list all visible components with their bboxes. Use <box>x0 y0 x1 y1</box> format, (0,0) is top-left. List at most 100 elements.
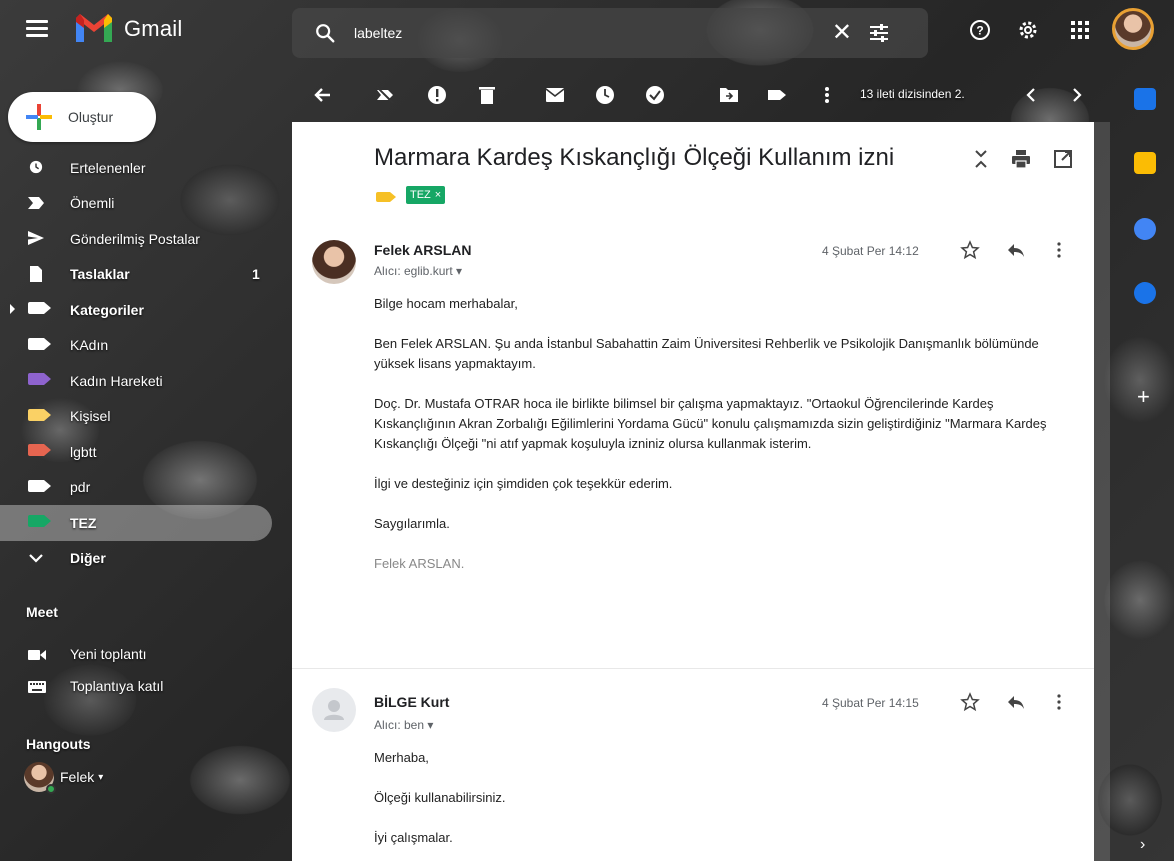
star-icon[interactable] <box>960 240 980 260</box>
search-icon[interactable] <box>314 22 336 44</box>
plus-icon <box>26 104 52 130</box>
sidebar-item-pdr[interactable]: pdr <box>0 470 290 506</box>
chevron-right-icon[interactable] <box>1066 84 1088 106</box>
sender-avatar[interactable] <box>312 688 356 732</box>
chip-label: TEZ <box>410 189 431 201</box>
thread-subject: Marmara Kardeş Kıskançlığı Ölçeği Kullan… <box>374 144 895 171</box>
calendar-icon[interactable] <box>1134 88 1156 110</box>
move-to-icon[interactable] <box>718 84 740 106</box>
apps-grid-icon[interactable] <box>1068 18 1092 42</box>
reply-icon[interactable] <box>1006 240 1026 260</box>
sidebar-item-tez[interactable]: TEZ <box>0 505 272 541</box>
more-vert-icon[interactable] <box>1056 692 1062 712</box>
sidebar-item-label: TEZ <box>70 514 97 531</box>
tasks-icon[interactable] <box>1134 218 1156 240</box>
label-as-icon[interactable] <box>766 84 788 106</box>
message-divider <box>292 668 1094 669</box>
contacts-icon[interactable] <box>1134 282 1156 304</box>
back-arrow-icon[interactable] <box>312 84 334 106</box>
sidebar-item-label: Kişisel <box>70 408 111 425</box>
hangouts-user[interactable]: Felek ▾ <box>24 762 103 794</box>
sidebar-item-label: KAdın <box>70 337 109 354</box>
compose-button[interactable]: Oluştur <box>8 92 156 142</box>
important-marker-icon[interactable] <box>376 192 396 202</box>
sidebar-item-kisisel[interactable]: Kişisel <box>0 399 290 435</box>
sidebar-item-sent[interactable]: Gönderilmiş Postalar <box>0 221 290 257</box>
sidebar-item-kadin[interactable]: KAdın <box>0 328 290 364</box>
draft-count: 1 <box>252 266 260 283</box>
print-icon[interactable] <box>1010 148 1032 170</box>
delete-icon[interactable] <box>476 84 498 106</box>
send-icon <box>28 231 44 245</box>
remove-label-icon[interactable]: × <box>435 189 441 201</box>
search-bar[interactable]: labeltez ✕ <box>292 8 928 58</box>
chevron-down-icon[interactable]: ▾ <box>98 772 103 783</box>
sidebar-item-kadin-hareketi[interactable]: Kadın Hareketi <box>0 363 290 399</box>
tez-label-chip[interactable]: TEZ × <box>406 186 446 204</box>
sidebar-item-important[interactable]: Önemli <box>0 186 290 222</box>
help-icon[interactable]: ? <box>968 18 992 42</box>
report-spam-icon[interactable] <box>426 84 448 106</box>
star-icon[interactable] <box>960 692 980 712</box>
open-in-new-window-icon[interactable] <box>1052 148 1074 170</box>
sidebar-item-categories[interactable]: Kategoriler <box>0 292 290 328</box>
sidebar-item-label: Kadın Hareketi <box>70 372 163 389</box>
sidebar-item-label: Kategoriler <box>70 301 144 318</box>
main-menu-icon[interactable] <box>26 20 48 38</box>
search-input[interactable]: labeltez <box>354 25 402 41</box>
recipient-line[interactable]: Alıcı: ben ▾ <box>374 718 433 732</box>
label-icon <box>28 444 51 458</box>
sender-name[interactable]: BİLGE Kurt <box>374 694 449 710</box>
archive-icon[interactable] <box>374 84 396 106</box>
body-paragraph: İlgi ve desteğiniz için şimdiden çok teş… <box>374 476 673 491</box>
message-date: 4 Şubat Per 14:15 <box>822 696 919 710</box>
sidebar-item-more[interactable]: Diğer <box>0 541 290 577</box>
app-name: Gmail <box>124 16 183 41</box>
thread-scrollbar[interactable] <box>1094 122 1110 861</box>
gmail-logo[interactable]: Gmail <box>74 14 182 44</box>
expand-arrow-icon[interactable] <box>10 304 15 314</box>
chevron-right-icon[interactable]: › <box>1140 836 1145 854</box>
sidebar-item-drafts[interactable]: Taslaklar 1 <box>0 257 290 293</box>
search-options-icon[interactable] <box>868 23 890 43</box>
join-meeting-item[interactable]: Toplantıya katıl <box>0 670 290 704</box>
keep-icon[interactable] <box>1134 152 1156 174</box>
add-addon-icon[interactable]: + <box>1137 384 1150 410</box>
body-paragraph: Ölçeği kullanabilirsiniz. <box>374 790 506 805</box>
video-icon <box>28 650 46 660</box>
account-avatar[interactable] <box>1112 8 1154 50</box>
body-paragraph: Merhaba, <box>374 750 429 765</box>
sidebar-item-label: Diğer <box>70 550 106 567</box>
hangouts-section-title: Hangouts <box>26 736 91 752</box>
reply-icon[interactable] <box>1006 692 1026 712</box>
clock-icon <box>29 160 43 174</box>
more-vert-icon[interactable] <box>1056 240 1062 260</box>
sidebar: Ertelenenler Önemli Gönderilmiş Postalar… <box>0 150 290 576</box>
clear-search-icon[interactable]: ✕ <box>832 21 852 45</box>
sender-name[interactable]: Felek ARSLAN <box>374 242 472 258</box>
hangouts-user-name: Felek <box>60 769 95 785</box>
draft-icon <box>30 265 42 282</box>
hangouts-avatar <box>24 762 56 794</box>
new-meeting-item[interactable]: Yeni toplantı <box>0 638 290 672</box>
snooze-icon[interactable] <box>594 84 616 106</box>
message-body: Bilge hocam merhabalar, Ben Felek ARSLAN… <box>374 294 1054 594</box>
chevron-left-icon[interactable] <box>1020 84 1042 106</box>
sidebar-item-lgbtt[interactable]: lgbtt <box>0 434 290 470</box>
collapse-all-icon[interactable] <box>970 148 992 170</box>
recipient-line[interactable]: Alıcı: eglib.kurt ▾ <box>374 264 462 278</box>
body-paragraph: Ben Felek ARSLAN. Şu anda İstanbul Sabah… <box>374 336 1039 371</box>
body-paragraph: Doç. Dr. Mustafa OTRAR hoca ile birlikte… <box>374 396 1047 451</box>
sender-avatar[interactable] <box>312 240 356 284</box>
settings-icon[interactable] <box>1016 18 1040 42</box>
sidebar-item-snoozed[interactable]: Ertelenenler <box>0 150 290 186</box>
add-task-icon[interactable] <box>644 84 666 106</box>
important-icon <box>28 196 44 209</box>
new-meeting-label: Yeni toplantı <box>70 646 147 662</box>
more-vert-icon[interactable] <box>816 84 838 106</box>
sidebar-item-label: Önemli <box>70 195 115 212</box>
mark-unread-icon[interactable] <box>544 84 566 106</box>
signature: Felek ARSLAN. <box>374 556 465 571</box>
email-thread-panel: Marmara Kardeş Kıskançlığı Ölçeği Kullan… <box>292 122 1094 861</box>
compose-label: Oluştur <box>68 109 114 125</box>
